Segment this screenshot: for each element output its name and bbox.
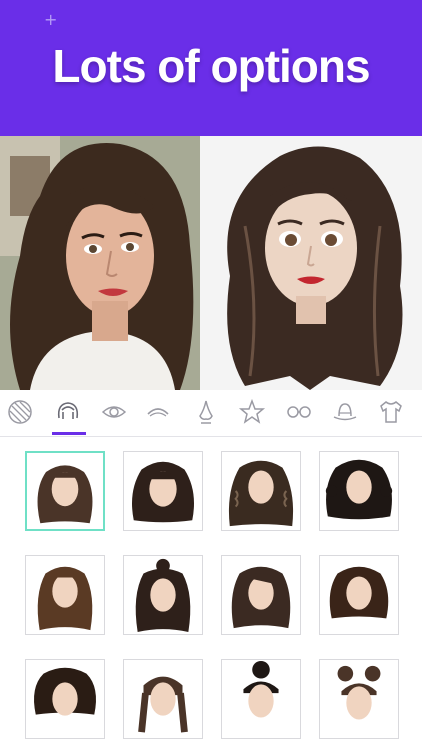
striped-circle-icon (8, 400, 32, 424)
hair-option-half-up-bun[interactable] (123, 555, 203, 635)
tab-eyebrows[interactable] (140, 394, 176, 430)
hair-option-long-wavy[interactable] (25, 451, 105, 531)
avatar-preview (200, 136, 422, 390)
tab-nose[interactable] (188, 394, 224, 430)
hair-option-braids-long[interactable] (25, 555, 105, 635)
star-icon (238, 398, 266, 424)
sparkle-icon: + (44, 10, 58, 29)
hair-options-grid (0, 437, 422, 750)
tab-hair[interactable] (50, 394, 86, 430)
user-photo (0, 136, 200, 390)
eyebrow-icon (147, 408, 169, 417)
hair-option-long-layered[interactable] (221, 555, 301, 635)
category-tab-bar (0, 390, 422, 437)
tab-hat[interactable] (327, 394, 363, 430)
tab-eyes[interactable] (96, 394, 132, 430)
hair-option-braided-pigtails[interactable] (123, 659, 203, 739)
hair-option-long-curly[interactable] (123, 451, 203, 531)
banner-headline: Lots of options (52, 40, 370, 92)
hair-icon (57, 402, 79, 419)
tab-favorites[interactable] (234, 394, 270, 430)
selected-tab-indicator (52, 432, 86, 435)
eye-icon (101, 406, 127, 418)
tab-skin-tone[interactable] (2, 394, 38, 430)
tab-glasses[interactable] (281, 394, 317, 430)
hair-option-space-buns[interactable] (319, 659, 399, 739)
hair-option-top-bun[interactable] (221, 659, 301, 739)
hair-option-voluminous-curly[interactable] (319, 451, 399, 531)
tshirt-icon (380, 401, 402, 423)
hat-icon (333, 403, 357, 421)
hair-option-long-crimped[interactable] (221, 451, 301, 531)
hair-option-short-curly[interactable] (25, 659, 105, 739)
promo-banner: + Lots of options (0, 0, 422, 136)
glasses-icon (287, 406, 311, 418)
tab-clothing[interactable] (373, 394, 409, 430)
hair-option-shoulder-bob[interactable] (319, 555, 399, 635)
nose-icon (199, 400, 213, 424)
